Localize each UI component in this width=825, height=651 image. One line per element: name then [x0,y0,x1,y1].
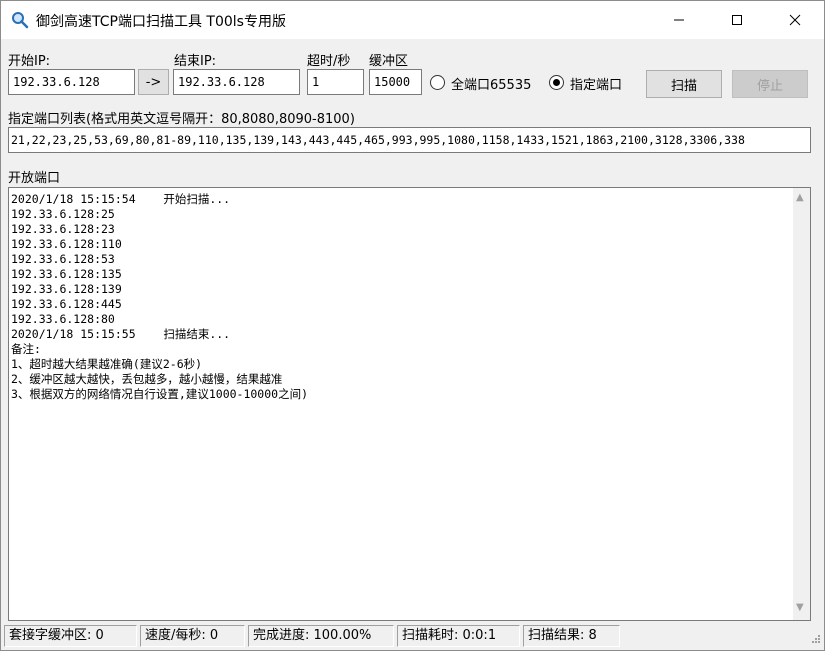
start-ip-input[interactable]: 192.33.6.128 [8,69,135,95]
close-icon [789,14,801,26]
log-line: 192.33.6.128:53 [11,252,786,267]
all-ports-radio[interactable] [430,75,445,90]
status-speed: 速度/每秒: 0 [140,625,245,647]
log-line: 192.33.6.128:445 [11,297,786,312]
maximize-button[interactable] [708,1,766,39]
all-ports-label[interactable]: 全端口65535 [451,74,531,93]
log-line: 1、超时越大结果越准确(建议2-6秒) [11,357,786,372]
timeout-input[interactable]: 1 [307,69,364,95]
results-textarea[interactable]: 2020/1/18 15:15:54 开始扫描...192.33.6.128:2… [8,187,811,621]
timeout-label: 超时/秒 [307,50,350,69]
status-elapsed: 扫描耗时: 0:0:1 [397,625,520,647]
status-result-count: 扫描结果: 8 [523,625,620,647]
resize-grip-icon[interactable] [809,634,821,646]
log-line: 2020/1/18 15:15:55 扫描结束... [11,327,786,342]
copy-ip-button[interactable]: -> [138,69,169,95]
specific-ports-radio[interactable] [549,75,564,90]
status-progress: 完成进度: 100.00% [248,625,394,647]
log-line: 192.33.6.128:110 [11,237,786,252]
log-line: 3、根据双方的网络情况自行设置,建议1000-10000之间) [11,387,786,402]
log-line: 192.33.6.128:139 [11,282,786,297]
end-ip-label: 结束IP: [174,50,216,69]
title-bar[interactable]: 御剑高速TCP端口扫描工具 T00ls专用版 [1,1,824,39]
log-line: 192.33.6.128:23 [11,222,786,237]
window-title: 御剑高速TCP端口扫描工具 T00ls专用版 [36,11,286,31]
stop-button[interactable]: 停止 [732,70,808,98]
specific-ports-label[interactable]: 指定端口 [570,74,622,93]
close-button[interactable] [766,1,824,39]
vertical-scrollbar[interactable]: ▲ ▼ [793,188,810,620]
log-line: 192.33.6.128:80 [11,312,786,327]
minimize-icon [673,14,685,26]
log-line: 备注: [11,342,786,357]
maximize-icon [731,14,743,26]
buffer-label: 缓冲区 [369,50,408,69]
start-ip-label: 开始IP: [8,50,50,69]
scan-button[interactable]: 扫描 [646,70,722,98]
status-bar: 套接字缓冲区: 0 速度/每秒: 0 完成进度: 100.00% 扫描耗时: 0… [1,624,824,650]
port-list-input[interactable]: 21,22,23,25,53,69,80,81-89,110,135,139,1… [8,127,811,153]
log-line: 2020/1/18 15:15:54 开始扫描... [11,192,786,207]
log-line: 2、缓冲区越大越快，丢包越多，越小越慢，结果越准 [11,372,786,387]
open-ports-label: 开放端口 [8,167,60,186]
results-log: 2020/1/18 15:15:54 开始扫描...192.33.6.128:2… [11,192,786,402]
status-socket-buffer: 套接字缓冲区: 0 [4,625,137,647]
log-line: 192.33.6.128:135 [11,267,786,282]
end-ip-input[interactable]: 192.33.6.128 [173,69,300,95]
minimize-button[interactable] [650,1,708,39]
scroll-down-icon[interactable]: ▼ [796,602,804,613]
buffer-input[interactable]: 15000 [369,69,422,95]
log-line: 192.33.6.128:25 [11,207,786,222]
magnifier-icon [11,11,29,29]
app-window: 御剑高速TCP端口扫描工具 T00ls专用版 开始IP: 结束IP: 超时/秒 … [0,0,825,651]
scroll-up-icon[interactable]: ▲ [796,192,804,203]
port-list-label: 指定端口列表(格式用英文逗号隔开：80,8080,8090-8100) [8,108,355,127]
